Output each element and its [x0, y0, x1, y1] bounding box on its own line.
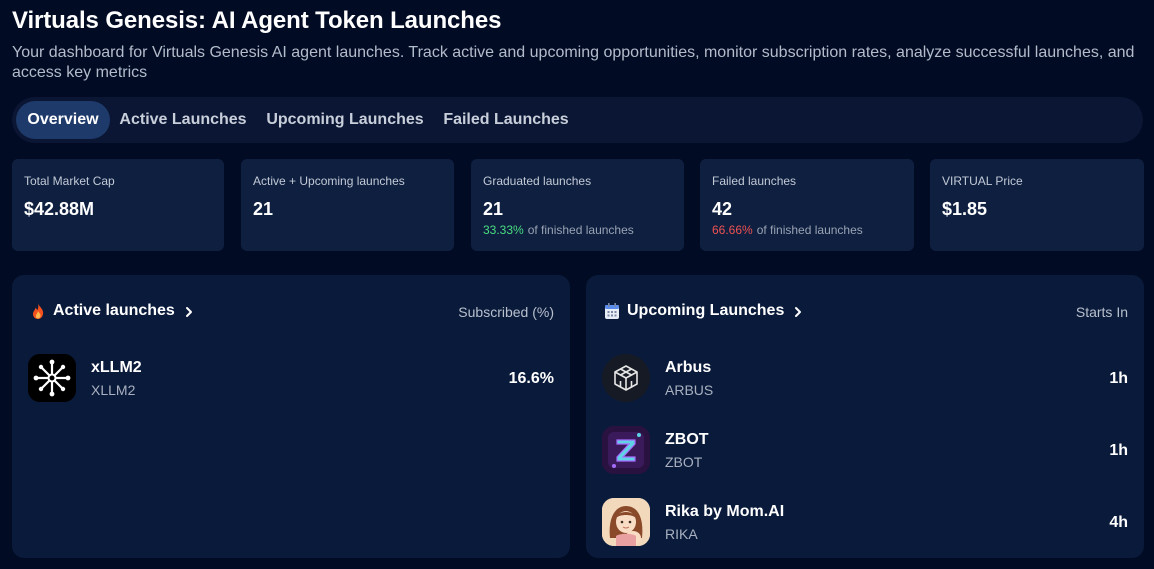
stat-card-total-market-cap: Total Market Cap $42.88M — [12, 159, 224, 251]
stat-card-graduated: Graduated launches 21 33.33% of finished … — [471, 159, 684, 251]
arbus-logo — [602, 354, 650, 402]
fire-icon — [30, 302, 46, 320]
starts-in-value: 1h — [1109, 442, 1128, 459]
upcoming-launch-row[interactable]: Rika by Mom.AI RIKA 4h — [602, 498, 1128, 548]
chevron-right-icon — [793, 305, 803, 317]
stat-value: 42 — [712, 199, 733, 219]
stat-value: $42.88M — [24, 199, 95, 219]
active-launch-row[interactable]: xLLM2 XLLM2 16.6% — [28, 354, 554, 404]
token-ticker: XLLM2 — [91, 382, 136, 398]
stat-percentage-negative: 66.66% — [712, 223, 753, 237]
token-ticker: ZBOT — [665, 454, 703, 470]
stat-value: 21 — [253, 199, 274, 219]
token-ticker: RIKA — [665, 526, 698, 542]
page-title: Virtuals Genesis: AI Agent Token Launche… — [12, 7, 502, 34]
panel-title: Upcoming Launches — [627, 302, 785, 319]
active-launches-panel: Active launches Subscribed (%) xLLM2 XLL… — [12, 275, 570, 558]
zbot-logo — [602, 426, 650, 474]
upcoming-launch-row[interactable]: ZBOT ZBOT 1h — [602, 426, 1128, 476]
token-name: Arbus — [665, 359, 712, 376]
stat-value: $1.85 — [942, 199, 988, 219]
stat-label: Failed launches — [712, 174, 797, 188]
subscribed-percentage: 16.6% — [508, 370, 554, 387]
upcoming-launches-link[interactable]: Upcoming Launches — [604, 302, 803, 320]
stat-subtext: 33.33% of finished launches — [483, 223, 634, 237]
rika-avatar — [602, 498, 650, 546]
stat-value: 21 — [483, 199, 504, 219]
starts-in-value: 4h — [1109, 514, 1128, 531]
tab-upcoming-launches[interactable]: Upcoming Launches — [260, 101, 430, 139]
upcoming-launches-panel: Upcoming Launches Starts In Arbus ARBUS … — [586, 275, 1144, 558]
page-description: Your dashboard for Virtuals Genesis AI a… — [12, 44, 1135, 81]
token-name: Rika by Mom.AI — [665, 503, 785, 520]
stat-card-failed: Failed launches 42 66.66% of finished lau… — [700, 159, 914, 251]
starts-in-column-header: Starts In — [1075, 304, 1128, 320]
tab-active-launches[interactable]: Active Launches — [114, 101, 252, 139]
stat-label: VIRTUAL Price — [942, 174, 1023, 188]
active-launches-link[interactable]: Active launches — [30, 302, 194, 320]
chevron-right-icon — [184, 305, 194, 317]
token-ticker: ARBUS — [665, 382, 714, 398]
tab-bar: Overview Active Launches Upcoming Launch… — [12, 97, 1143, 143]
calendar-icon — [604, 302, 620, 320]
token-name: xLLM2 — [91, 359, 142, 376]
tab-overview[interactable]: Overview — [16, 101, 110, 139]
stat-subtext: 66.66% of finished launches — [712, 223, 863, 237]
stat-label: Total Market Cap — [24, 174, 115, 188]
stat-percentage-positive: 33.33% — [483, 223, 524, 237]
stat-card-virtual-price: VIRTUAL Price $1.85 — [930, 159, 1144, 251]
token-name: ZBOT — [665, 431, 709, 448]
upcoming-launch-row[interactable]: Arbus ARBUS 1h — [602, 354, 1128, 404]
dashboard-page: Virtuals Genesis: AI Agent Token Launche… — [0, 0, 1154, 569]
subscribed-column-header: Subscribed (%) — [458, 304, 554, 320]
starts-in-value: 1h — [1109, 370, 1128, 387]
stat-label: Active + Upcoming launches — [253, 174, 405, 188]
xllm2-logo — [28, 354, 76, 402]
stat-suffix: of finished launches — [527, 223, 634, 237]
panel-title: Active launches — [53, 302, 175, 319]
stat-label: Graduated launches — [483, 174, 592, 188]
stat-card-active-upcoming: Active + Upcoming launches 21 — [241, 159, 454, 251]
tab-failed-launches[interactable]: Failed Launches — [438, 101, 574, 139]
stat-suffix: of finished launches — [756, 223, 863, 237]
